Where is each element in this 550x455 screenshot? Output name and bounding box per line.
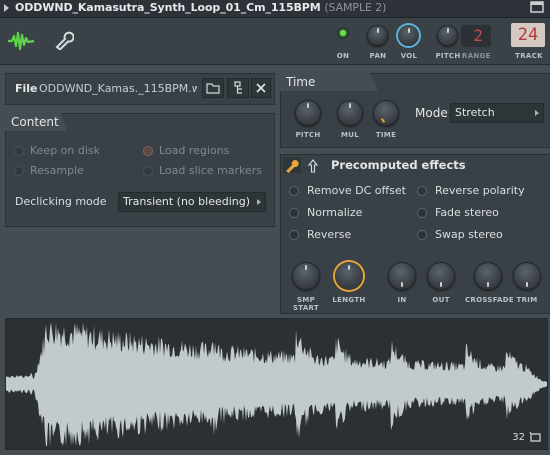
close-icon [256,83,266,93]
stretch-pitch-label: PITCH [295,131,321,139]
on-indicator-icon [340,30,346,36]
mul-knob[interactable] [337,100,363,126]
file-panel: File ODDWND_Kamas._115BPM.wav [5,73,275,105]
reverse-label: Reverse [307,228,352,241]
window-title: ODDWND_Kamasutra_Synth_Loop_01_Cm_115BPM… [15,0,386,16]
waveform-icon[interactable] [7,30,35,52]
mul-label: MUL [340,131,359,139]
time-knob[interactable] [373,100,399,126]
length-label: LENGTH [332,296,366,304]
load-slice-markers-radio[interactable] [143,166,153,176]
remove-dc-label: Remove DC offset [307,184,406,197]
stretch-pitch-knob[interactable] [295,100,321,126]
declicking-mode-label: Declicking mode [15,195,107,208]
dropdown-arrow-icon [535,110,539,116]
keep-on-disk-radio[interactable] [14,146,24,156]
pitch-knob[interactable] [437,25,458,46]
time-stretching-title: Time stretching [280,73,378,91]
normalize-radio[interactable] [289,208,299,218]
loop-icon[interactable] [529,431,542,443]
open-folder-button[interactable] [202,78,224,98]
title-bar: ODDWND_Kamasutra_Synth_Loop_01_Cm_115BPM… [0,0,550,18]
in-label: IN [397,296,407,304]
up-arrow-icon [307,159,319,173]
resample-radio[interactable] [14,166,24,176]
crossfade-label: CROSSFADE [465,296,514,304]
folder-icon [206,83,220,94]
fade-stereo-label: Fade stereo [435,206,499,219]
effects-wrench-button[interactable] [283,157,301,173]
out-label: OUT [432,296,450,304]
load-slice-markers-label: Load slice markers [159,164,263,177]
crossfade-knob[interactable] [474,262,502,290]
file-name: ODDWND_Kamas._115BPM.wav [39,82,197,95]
declicking-mode-value: Transient (no bleeding) [123,195,251,208]
reverse-radio[interactable] [289,230,299,240]
maximize-icon[interactable] [530,1,544,13]
smp-start-label: SMP START [292,296,320,312]
out-knob[interactable] [427,262,455,290]
waveform-shape [6,322,547,446]
content-panel: Content Keep on disk Resample Load regio… [5,113,275,227]
resample-label: Resample [30,164,84,177]
content-title: Content [5,113,67,131]
pan-knob[interactable] [367,25,388,46]
effects-arrow-button[interactable] [307,158,319,173]
reverse-polarity-label: Reverse polarity [435,184,525,197]
on-led[interactable] [337,27,349,39]
load-regions-radio[interactable] [143,146,153,156]
length-knob[interactable] [335,262,363,290]
smp-start-knob[interactable] [292,262,320,290]
toolbar: ON PAN VOL PITCH 2 RANGE 24 TRACK [0,18,550,65]
time-stretching-panel: Time stretching PITCH MUL TIME Mode Stre… [280,73,550,148]
track-display[interactable]: 24 [511,23,545,47]
keep-on-disk-label: Keep on disk [30,144,101,157]
wrench-icon[interactable] [54,30,74,50]
mode-label: Mode [415,106,448,120]
declicking-mode-select[interactable]: Transient (no bleeding) [118,192,266,212]
precomputed-effects-title: Precomputed effects [325,156,472,174]
menu-arrow-icon[interactable] [4,4,9,12]
trim-label: TRIM [516,296,538,304]
waveform-view[interactable]: 32 [5,318,548,450]
on-label: ON [336,52,350,60]
mode-select[interactable]: Stretch [450,103,544,123]
load-regions-label: Load regions [159,144,230,157]
precomputed-effects-panel: Precomputed effects Remove DC offset Nor… [280,154,550,314]
normalize-label: Normalize [307,206,363,219]
window-title-name: ODDWND_Kamasutra_Synth_Loop_01_Cm_115BPM [15,1,321,14]
wrench-icon [286,160,299,173]
in-knob[interactable] [388,262,416,290]
range-label: RANGE [462,52,491,60]
swap-stereo-label: Swap stereo [435,228,503,241]
vol-knob[interactable] [398,25,419,46]
pan-label: PAN [369,52,387,60]
mode-value: Stretch [455,106,495,119]
file-label: File [15,82,38,95]
zoom-counter: 32 [512,432,525,443]
fade-stereo-radio[interactable] [417,208,427,218]
remove-dc-radio[interactable] [289,186,299,196]
browse-button[interactable] [227,78,249,98]
window-title-suffix: (SAMPLE 2) [324,1,387,14]
pitch-label: PITCH [435,52,461,60]
reverse-polarity-radio[interactable] [417,186,427,196]
swap-stereo-radio[interactable] [417,230,427,240]
range-display[interactable]: 2 [461,25,491,47]
vol-label: VOL [400,52,418,60]
trim-knob[interactable] [513,262,541,290]
time-label: TIME [375,131,397,139]
clear-file-button[interactable] [251,78,271,98]
dropdown-arrow-icon [257,199,261,205]
track-label: TRACK [515,52,543,60]
waveform-display[interactable] [6,319,547,449]
tree-icon [234,81,242,94]
